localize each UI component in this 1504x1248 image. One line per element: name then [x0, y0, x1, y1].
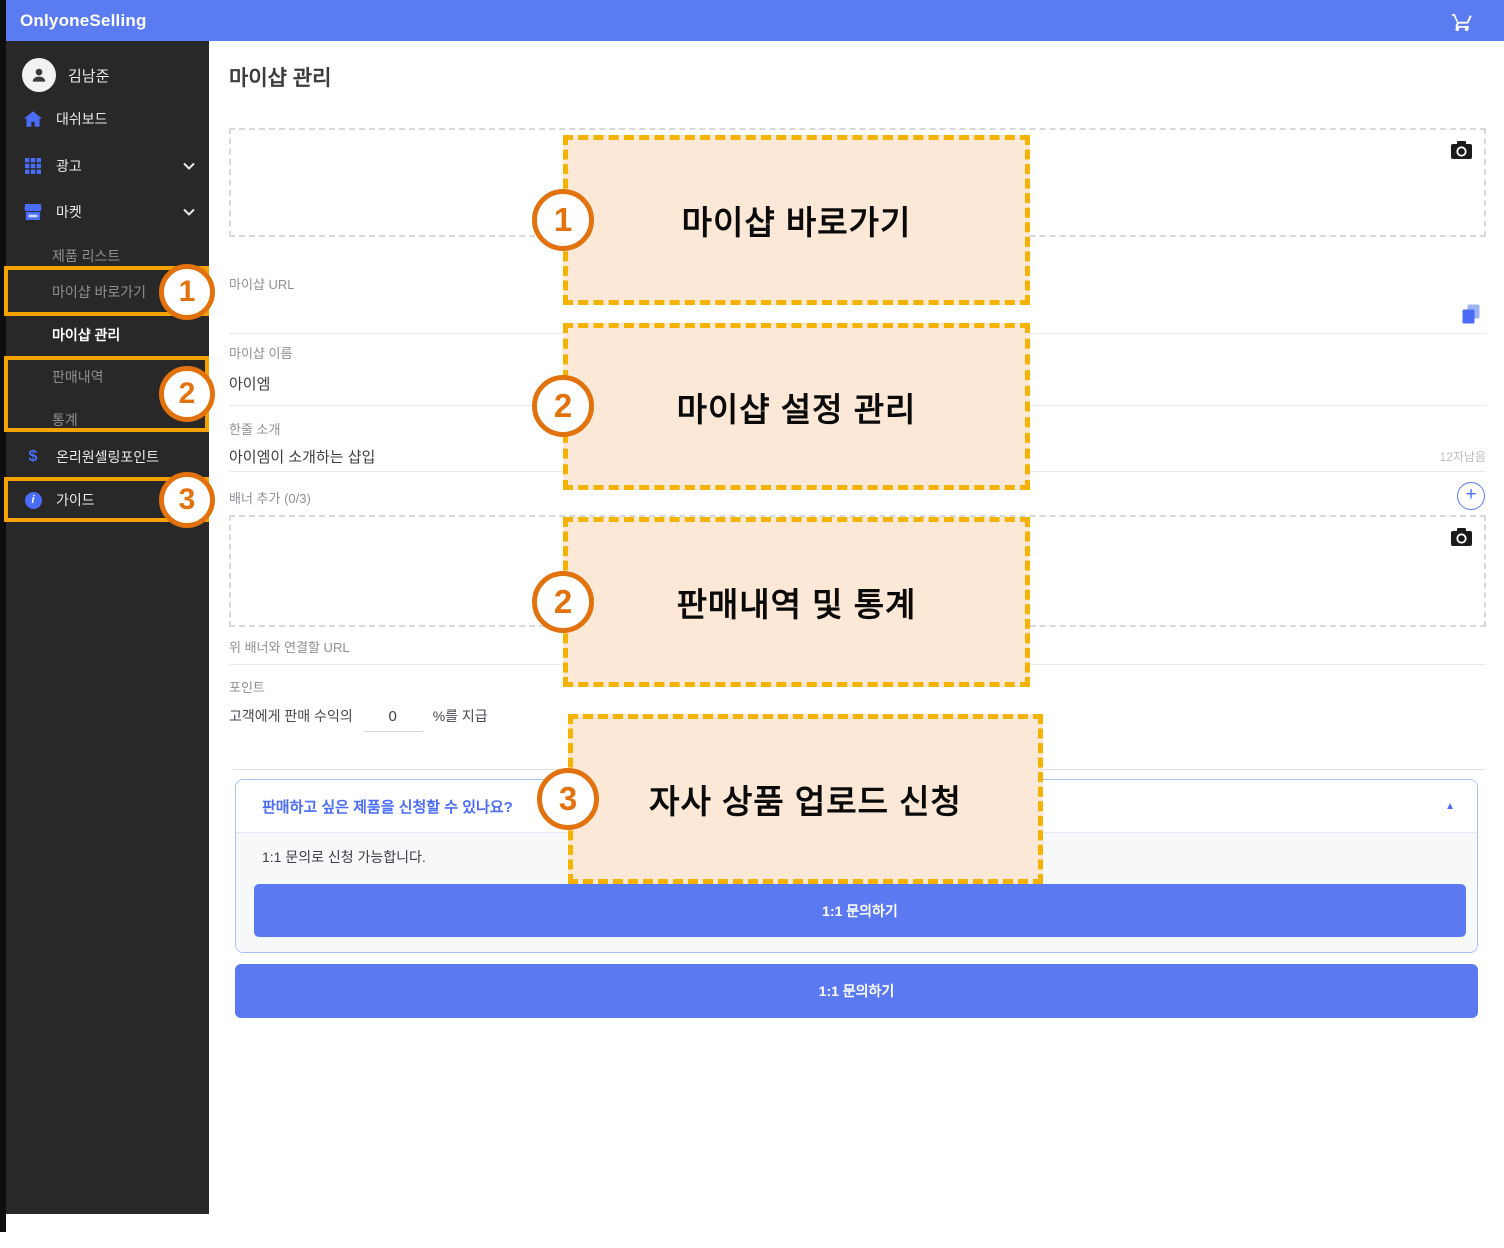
- sidebar-item-dashboard[interactable]: 대쉬보드: [6, 102, 209, 136]
- camera-icon: [1451, 528, 1472, 551]
- point-prefix: 고객에게 판매 수익의: [229, 706, 353, 732]
- myshop-name-label: 마이샵 이름: [229, 343, 292, 362]
- annotation-circle-2: 2: [532, 375, 594, 437]
- annotation-box-4: 자사 상품 업로드 신청: [568, 714, 1043, 884]
- annotation-circle-3: 2: [532, 571, 594, 633]
- chevron-down-icon: [183, 162, 195, 170]
- user-avatar-icon: [22, 58, 56, 92]
- store-icon: [22, 204, 44, 220]
- intro-label: 한줄 소개: [229, 419, 280, 438]
- home-icon: [22, 111, 44, 127]
- sidebar-badge-3: 3: [159, 472, 215, 528]
- sidebar-item-myshop-manage[interactable]: 마이샵 관리: [6, 320, 209, 350]
- point-suffix: %를 지급: [433, 706, 488, 732]
- faq-inquiry-button[interactable]: 1:1 문의하기: [254, 884, 1466, 937]
- point-label: 포인트: [229, 677, 265, 696]
- bottom-inquiry-button[interactable]: 1:1 문의하기: [235, 964, 1478, 1018]
- point-percent-input[interactable]: [363, 707, 423, 732]
- sidebar-item-label: 온리원셀링포인트: [56, 447, 159, 467]
- copy-icon[interactable]: [1461, 304, 1481, 330]
- sidebar-badge-1: 1: [159, 264, 215, 320]
- myshop-url-label: 마이샵 URL: [229, 274, 295, 293]
- point-row: 고객에게 판매 수익의 %를 지급: [229, 706, 488, 732]
- brand-logo: OnlyoneSelling: [20, 11, 147, 31]
- sidebar-item-label: 마켓: [56, 202, 82, 222]
- annotation-circle-4: 3: [537, 768, 599, 830]
- sidebar-item-label: 광고: [56, 156, 82, 176]
- sidebar-user[interactable]: 김남준: [6, 55, 209, 95]
- annotation-box-3: 판매내역 및 통계: [563, 517, 1030, 687]
- annotation-box-2: 마이샵 설정 관리: [563, 323, 1030, 490]
- user-name: 김남준: [68, 65, 109, 86]
- sidebar-item-market[interactable]: 마켓: [6, 195, 209, 229]
- camera-icon: [1451, 141, 1472, 164]
- cart-icon[interactable]: [1450, 9, 1474, 33]
- annotation-circle-1: 1: [532, 189, 594, 251]
- add-banner-button[interactable]: +: [1457, 482, 1485, 510]
- grid-icon: [22, 158, 44, 174]
- page-title: 마이샵 관리: [229, 62, 331, 92]
- page-root: OnlyoneSelling 김남준 대쉬보드 광고 마켓: [0, 0, 1504, 1248]
- annotation-box-1: 마이샵 바로가기: [563, 135, 1030, 305]
- topbar: OnlyoneSelling: [6, 0, 1504, 41]
- sidebar-item-ads[interactable]: 광고: [6, 149, 209, 183]
- sidebar-item-label: 제품 리스트: [52, 246, 120, 266]
- chars-remaining: 12자남음: [1440, 448, 1486, 465]
- faq-answer: 1:1 문의로 신청 가능합니다.: [262, 847, 426, 867]
- collapse-arrow-icon[interactable]: ▲: [1445, 801, 1455, 812]
- sidebar-item-points[interactable]: $ 온리원셀링포인트: [6, 440, 209, 474]
- sidebar-item-label: 마이샵 관리: [52, 325, 120, 345]
- faq-question: 판매하고 싶은 제품을 신청할 수 있나요?: [262, 796, 513, 817]
- sidebar-badge-2: 2: [159, 366, 215, 422]
- banner-add-label: 배너 추가 (0/3): [229, 488, 311, 507]
- chevron-down-icon: [183, 208, 195, 216]
- sidebar-item-label: 대쉬보드: [56, 109, 108, 129]
- dollar-icon: $: [22, 448, 44, 466]
